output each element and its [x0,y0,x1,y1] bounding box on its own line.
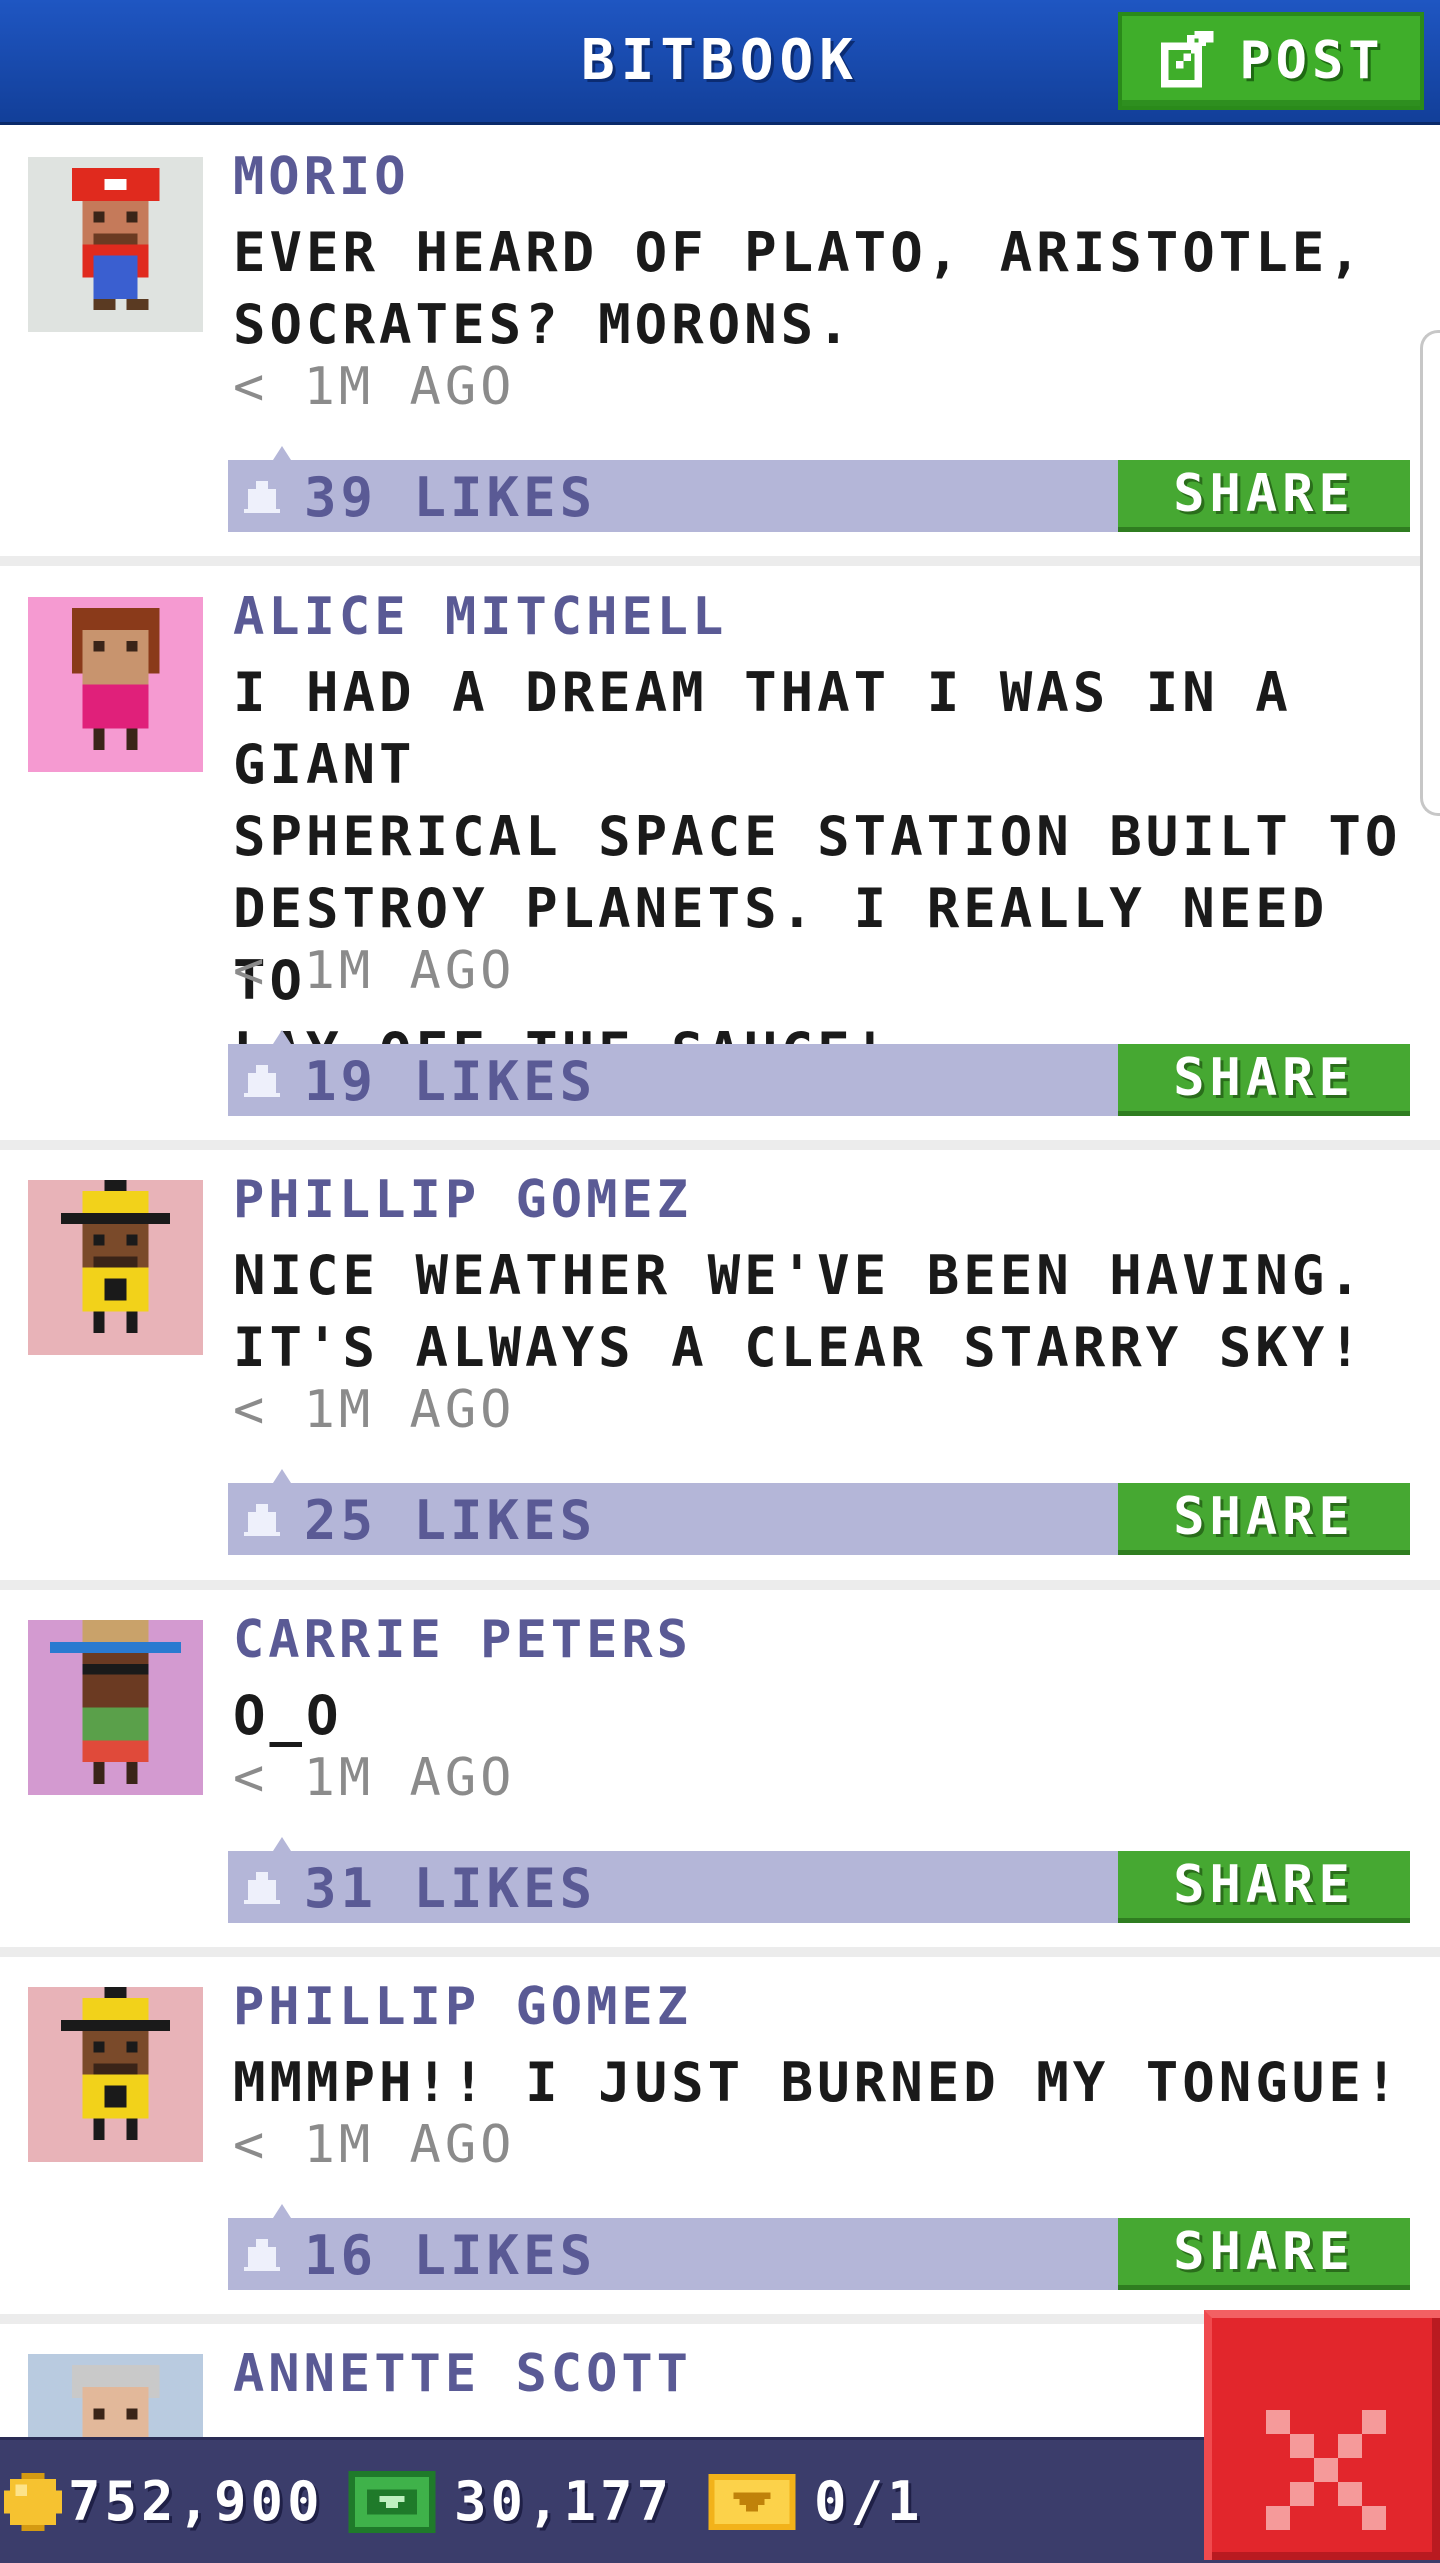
share-button[interactable]: SHARE [1118,2218,1410,2290]
post-author[interactable]: PHILLIP GOMEZ [233,1170,692,1230]
likes-count: 16 LIKES [304,2224,597,2287]
post-time: < 1M AGO [233,941,516,1001]
coins-count: 752,900 [68,2470,324,2533]
post-author[interactable]: CARRIE PETERS [233,1610,692,1670]
bux-stat: 30,177 [348,2440,673,2563]
post-time: < 1M AGO [233,357,516,417]
feed-post: CARRIE PETERS O_O < 1M AGO 31 LIKES SHAR… [0,1590,1440,1957]
post-text: EVER HEARD OF PLATO, ARISTOTLE, SOCRATES… [233,221,1365,356]
feed-list[interactable]: MORIO EVER HEARD OF PLATO, ARISTOTLE, SO… [0,125,1440,2529]
avatar[interactable] [28,1180,203,1355]
feed-post: PHILLIP GOMEZ NICE WEATHER WE'VE BEEN HA… [0,1150,1440,1590]
like-icon [244,2239,280,2271]
avatar[interactable] [28,1620,203,1795]
post-text: I HAD A DREAM THAT I WAS IN A GIANT SPHE… [233,661,1402,1084]
share-button[interactable]: SHARE [1118,460,1410,532]
post-button-label: POST [1239,31,1385,91]
avatar[interactable] [28,597,203,772]
likes-bar[interactable]: 16 LIKES SHARE [228,2204,1410,2290]
likes-count: 19 LIKES [304,1050,597,1113]
post-author[interactable]: PHILLIP GOMEZ [233,1977,692,2037]
compose-icon [1161,31,1214,88]
tickets-count: 0/1 [814,2470,924,2533]
likes-bar[interactable]: 39 LIKES SHARE [228,446,1410,532]
tickets-stat: 0/1 [708,2440,924,2563]
ticket-icon [708,2473,796,2530]
top-bar: BITBOOK POST [0,0,1440,125]
feed-post: MORIO EVER HEARD OF PLATO, ARISTOTLE, SO… [0,125,1440,566]
coins-stat: 752,900 [4,2440,324,2563]
bux-count: 30,177 [454,2470,674,2533]
likes-count: 25 LIKES [304,1489,597,1552]
likes-bar[interactable]: 31 LIKES SHARE [228,1837,1410,1923]
share-button[interactable]: SHARE [1118,1044,1410,1116]
like-icon [244,1065,280,1097]
post-button[interactable]: POST [1118,12,1424,110]
post-author[interactable]: MORIO [233,147,410,207]
scrollbar[interactable] [1420,330,1440,816]
post-time: < 1M AGO [233,1380,516,1440]
likes-count: 31 LIKES [304,1857,597,1920]
close-icon [1266,2410,1386,2530]
feed-post: PHILLIP GOMEZ MMMPH!! I JUST BURNED MY T… [0,1957,1440,2324]
bux-icon [348,2470,436,2533]
likes-bar[interactable]: 25 LIKES SHARE [228,1469,1410,1555]
post-text: O_O [233,1684,343,1747]
post-time: < 1M AGO [233,1748,516,1808]
like-icon [244,1504,280,1536]
share-button[interactable]: SHARE [1118,1851,1410,1923]
likes-bar[interactable]: 19 LIKES SHARE [228,1030,1410,1116]
post-time: < 1M AGO [233,2115,516,2175]
post-author[interactable]: ANNETTE SCOTT [233,2344,692,2404]
post-author[interactable]: ALICE MITCHELL [233,587,727,647]
share-button[interactable]: SHARE [1118,1483,1410,1555]
post-text: NICE WEATHER WE'VE BEEN HAVING. IT'S ALW… [233,1244,1365,1379]
like-icon [244,481,280,513]
feed-post: ALICE MITCHELL I HAD A DREAM THAT I WAS … [0,566,1440,1150]
post-text: MMMPH!! I JUST BURNED MY TONGUE! [233,2051,1402,2114]
close-button[interactable] [1204,2310,1440,2560]
avatar[interactable] [28,1987,203,2162]
like-icon [244,1872,280,1904]
coin-icon [4,2472,62,2531]
avatar[interactable] [28,157,203,332]
likes-count: 39 LIKES [304,466,597,529]
